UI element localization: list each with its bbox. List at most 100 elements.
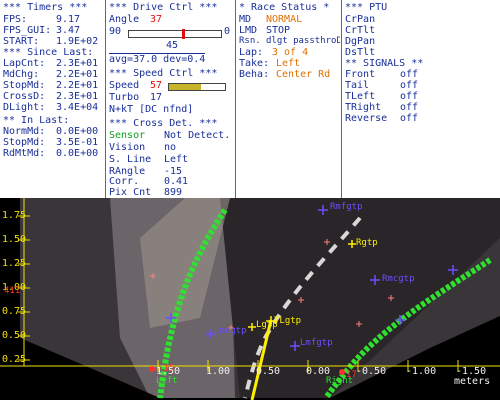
car-marker-right (339, 369, 345, 375)
vision-value: no (164, 142, 177, 153)
normmd-value: 0.0E+00 (56, 126, 99, 137)
telemetry-panel: *** Timers *** FPS: 9.17 FPS_GUI: 3.47 S… (0, 0, 500, 198)
ptu-item-crtlt: CrTlt (345, 25, 376, 36)
fps-gui-label: FPS_GUI: (3, 25, 52, 36)
label-rgtp: Rgtp (356, 238, 378, 248)
rdmtmd-value: 0.0E+00 (56, 148, 99, 159)
x-tick-label: -1.50 (456, 366, 487, 377)
vision-label: Vision (109, 142, 146, 153)
rsn-label: Rsn. (239, 36, 261, 46)
label-lmcgtp: Lmcgtp (214, 326, 247, 336)
lmd-value: STOP (266, 25, 291, 36)
signal-tright-label: TRight (345, 102, 382, 113)
ptu-item-dstlt: DsTlt (345, 47, 376, 58)
corr-label: Corr. (109, 176, 140, 187)
crossd-value: 2.3E+01 (56, 91, 99, 102)
fps-gui-value: 3.47 (56, 25, 81, 36)
md-value: NORMAL (266, 14, 303, 25)
lapcnt-value: 2.3E+01 (56, 58, 99, 69)
signal-tail-label: Tail (345, 80, 370, 91)
lmd-label: LMD (239, 25, 258, 36)
angle-scale-right: 0 (224, 26, 231, 37)
take-value: Left (276, 58, 301, 69)
angle-label: Angle (109, 14, 140, 25)
md-label: MD (239, 14, 252, 25)
angle-scale-mid: 45 (166, 40, 179, 51)
x-tick-label: 0.00 (306, 366, 331, 377)
mdchg-label: MdChg: (3, 69, 40, 80)
stopmd-label: StopMd: (3, 80, 46, 91)
y-tick-label: 0.25 (2, 354, 27, 365)
angle-scale-left: 90 (109, 26, 122, 37)
signal-reverse-state: off (400, 113, 419, 124)
y-tick-label: 1.25 (2, 258, 27, 269)
speed-label: Speed (109, 80, 140, 91)
x-tick-label: 0.50 (256, 366, 281, 377)
signal-front-state: off (400, 69, 419, 80)
signal-tleft-state: off (400, 91, 419, 102)
pixcnt-label: Pix Cnt (109, 187, 152, 198)
in-last-header: ** In Last: (3, 115, 70, 126)
angle-bar (128, 29, 222, 39)
car-marker-left (149, 366, 155, 372)
mdchg-value: 2.2E+01 (56, 69, 99, 80)
x-tick-label: -0.50 (356, 366, 387, 377)
take-label: Take: (239, 58, 270, 69)
race-status-header: * Race Status * (239, 2, 330, 13)
lap-label: Lap: (239, 47, 264, 58)
lapcnt-label: LapCnt: (3, 58, 46, 69)
ptu-header: *** PTU (345, 2, 388, 13)
label-rmfgtp: Rmfgtp (330, 202, 363, 212)
race-status-column: * Race Status * MD NORMAL LMD STOP Rsn. … (236, 0, 342, 198)
sline-value: Left (164, 154, 189, 165)
beha-label: Beha: (239, 69, 270, 80)
nkt-text: N+kT [DC nfnd] (109, 104, 194, 115)
angle-value: 37 (150, 14, 163, 25)
sensor-value: Not Detect. (164, 130, 231, 141)
signal-tleft-label: TLeft (345, 91, 376, 102)
label-tlgtp: TLgtp (274, 316, 302, 326)
timers-column: *** Timers *** FPS: 9.17 FPS_GUI: 3.47 S… (0, 0, 106, 198)
normmd-label: NormMd: (3, 126, 46, 137)
corr-value: 0.41 (164, 176, 189, 187)
rsn-value: dlgt passthroDgRan (266, 36, 340, 46)
stopmd-value: 2.2E+01 (56, 80, 99, 91)
dlight-value: 3.4E+04 (56, 102, 99, 113)
fps-value: 9.17 (56, 14, 81, 25)
pixcnt-value: 899 (164, 187, 183, 198)
start-label: START: (3, 36, 40, 47)
speed-header: *** Speed Ctrl *** (109, 68, 218, 79)
timers-header: *** Timers *** (3, 2, 88, 13)
since-last-header: *** Since Last: (3, 47, 94, 58)
speed-value: 57 (150, 80, 163, 91)
signals-header: ** SIGNALS ** (345, 58, 424, 69)
crossd-label: CrossD: (3, 91, 46, 102)
start-value: 1.9E+02 (56, 36, 99, 47)
x-tick-label: 1.50 (156, 366, 181, 377)
label-411: 411 (4, 286, 21, 296)
lap-value: 3 of 4 (272, 47, 309, 58)
ptu-item-dgpan: DgPan (345, 36, 376, 47)
units-label: meters (454, 376, 491, 387)
y-tick-label: 0.50 (2, 330, 27, 341)
angle-marker (181, 29, 185, 39)
y-tick-label: 0.75 (2, 306, 27, 317)
drive-column: *** Drive Ctrl *** Angle 37 90 0 45 avg=… (106, 0, 236, 198)
label-lmfgtp: Lmfgtp (300, 338, 333, 348)
turbo-value: 17 (150, 92, 163, 103)
turbo-label: Turbo (109, 92, 140, 103)
ptu-item-crpan: CrPan (345, 14, 376, 25)
beha-value: Center Rd (276, 69, 331, 80)
label-left: Left (156, 376, 178, 386)
drive-header: *** Drive Ctrl *** (109, 2, 218, 13)
rdmtmd-label: RdMtMd: (3, 148, 46, 159)
label-lgtp: Lgtp (256, 320, 278, 330)
speed-bar (168, 83, 226, 91)
label-rmcgtp: Rmcgtp (382, 274, 415, 284)
signal-tright-state: off (400, 102, 419, 113)
x-tick-label: -1.00 (406, 366, 437, 377)
y-tick-label: 1.50 (2, 234, 27, 245)
signal-reverse-label: Reverse (345, 113, 388, 124)
avg-dev-text: avg=37.0 dev=0.4 (109, 53, 206, 65)
signal-tail-state: off (400, 80, 419, 91)
